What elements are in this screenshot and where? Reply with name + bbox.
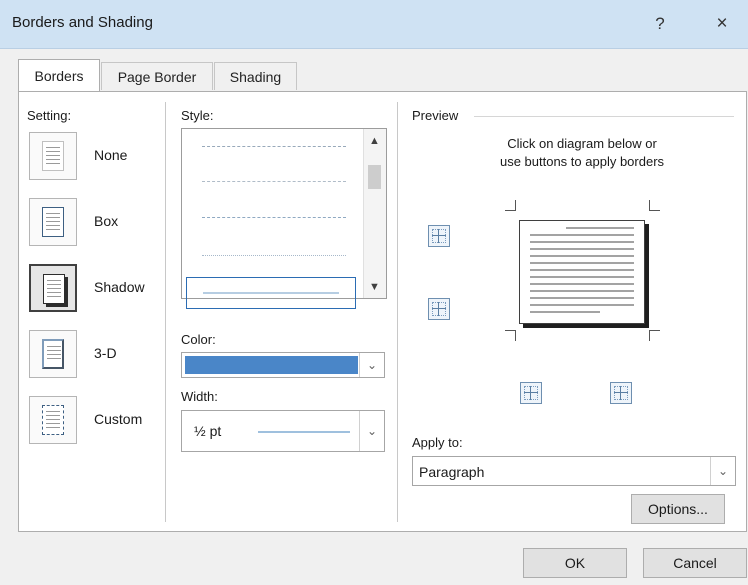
color-heading: Color: — [181, 332, 216, 347]
close-button[interactable]: × — [702, 8, 742, 40]
scroll-up-icon[interactable]: ▲ — [364, 132, 385, 150]
tab-page-border[interactable]: Page Border — [101, 62, 213, 90]
scroll-thumb[interactable] — [368, 165, 381, 189]
page-box-icon — [42, 207, 64, 237]
apply-to-value: Paragraph — [419, 464, 485, 480]
cancel-button[interactable]: Cancel — [643, 548, 747, 578]
right-border-toggle[interactable] — [610, 382, 632, 404]
preview-diagram[interactable] — [519, 220, 645, 324]
apply-to-dropdown[interactable]: Paragraph ⌄ — [412, 456, 736, 486]
borders-tab-panel: Setting: None Box Shadow 3-D Custom Styl… — [18, 91, 747, 532]
style-option-dash[interactable] — [202, 181, 346, 182]
setting-custom-tile[interactable] — [29, 396, 77, 444]
scroll-down-icon[interactable]: ▼ — [364, 278, 385, 296]
left-border-toggle[interactable] — [520, 382, 542, 404]
setting-shadow-label: Shadow — [94, 279, 145, 295]
setting-custom-label: Custom — [94, 411, 143, 427]
chevron-down-icon[interactable]: ⌄ — [359, 411, 384, 451]
width-dropdown[interactable]: ½ pt ⌄ — [181, 410, 385, 452]
color-swatch — [185, 356, 358, 374]
top-border-toggle[interactable] — [428, 225, 450, 247]
tab-shading[interactable]: Shading — [214, 62, 297, 90]
width-line-sample — [258, 431, 350, 433]
options-button[interactable]: Options... — [631, 494, 725, 524]
setting-3d-label: 3-D — [94, 345, 117, 361]
cancel-label: Cancel — [673, 555, 717, 571]
bottom-border-toggle[interactable] — [428, 298, 450, 320]
tab-label: Borders — [34, 68, 84, 84]
width-heading: Width: — [181, 389, 218, 404]
page-shadow-icon — [43, 274, 65, 304]
tab-label: Shading — [229, 68, 282, 85]
preview-rule — [474, 116, 734, 117]
setting-3d-tile[interactable] — [29, 330, 77, 378]
style-scrollbar[interactable]: ▲ ▼ — [363, 129, 386, 298]
preview-instruction-2: use buttons to apply borders — [499, 154, 665, 169]
corner-mark — [505, 200, 516, 211]
style-option-dotted[interactable] — [202, 255, 346, 256]
ok-button[interactable]: OK — [523, 548, 627, 578]
preview-heading: Preview — [412, 108, 459, 123]
setting-none-label: None — [94, 147, 128, 163]
setting-separator — [165, 102, 166, 522]
corner-mark — [649, 330, 660, 341]
chevron-down-icon[interactable]: ⌄ — [359, 353, 384, 377]
width-value: ½ pt — [194, 423, 222, 439]
help-button[interactable]: ? — [640, 8, 680, 40]
setting-box-tile[interactable] — [29, 198, 77, 246]
setting-shadow-tile[interactable] — [29, 264, 77, 312]
borders-and-shading-dialog: Borders and Shading ? × Borders Page Bor… — [0, 0, 748, 585]
chevron-down-icon[interactable]: ⌄ — [710, 457, 735, 485]
apply-to-heading: Apply to: — [412, 435, 463, 450]
style-option-dash-dot[interactable] — [202, 217, 346, 218]
preview-separator — [397, 102, 398, 522]
ok-label: OK — [564, 555, 586, 571]
style-option-dashed[interactable] — [202, 146, 346, 147]
page-custom-icon — [42, 405, 64, 435]
title-bar: Borders and Shading ? × — [0, 0, 748, 49]
help-icon: ? — [655, 14, 665, 33]
style-option-selected[interactable] — [186, 277, 356, 309]
setting-box-label: Box — [94, 213, 119, 229]
setting-heading: Setting: — [27, 108, 72, 123]
style-listbox[interactable]: ▲ ▼ — [181, 128, 387, 309]
color-dropdown[interactable]: ⌄ — [181, 352, 385, 378]
close-icon: × — [716, 13, 728, 34]
setting-none-tile[interactable] — [29, 132, 77, 180]
page-3d-icon — [42, 339, 64, 369]
preview-instruction-1: Click on diagram below or — [507, 136, 657, 151]
options-label: Options... — [648, 501, 708, 517]
style-heading: Style: — [181, 108, 214, 123]
page-none-icon — [42, 141, 64, 171]
corner-mark — [649, 200, 660, 211]
tab-borders[interactable]: Borders — [18, 59, 100, 92]
tab-label: Page Border — [117, 68, 197, 85]
dialog-title: Borders and Shading — [12, 14, 153, 31]
corner-mark — [505, 330, 516, 341]
